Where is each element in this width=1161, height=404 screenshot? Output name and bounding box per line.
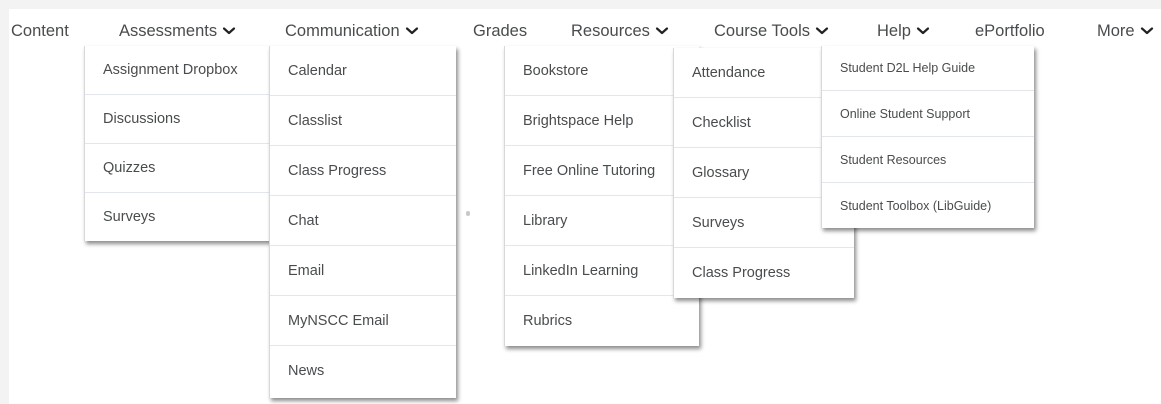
nav-grades[interactable]: Grades [473,21,527,41]
menu-item-label: LinkedIn Learning [523,262,639,279]
nav-eportfolio[interactable]: ePortfolio [975,21,1045,41]
menu-item-label: Student D2L Help Guide [840,61,976,75]
chevron-down-icon [1140,26,1154,36]
chevron-down-icon [815,26,829,36]
nav-assessments-label: Assessments [119,22,218,40]
menu-item-label: Checklist [692,114,751,131]
menu-item-label: Class Progress [288,162,387,179]
menu-item-student-toolbox[interactable]: Student Toolbox (LibGuide) [822,183,1034,228]
menu-item-mynscc-email[interactable]: MyNSCC Email [270,296,456,345]
communication-menu: Calendar Classlist Class Progress Chat E… [269,46,456,398]
menu-item-brightspace-help[interactable]: Brightspace Help [505,96,699,145]
menu-item-label: Rubrics [523,312,573,329]
stray-dot [466,211,470,216]
chevron-down-icon [655,26,669,36]
menu-item-label: Glossary [692,164,750,181]
menu-item-label: Attendance [692,64,766,81]
menu-item-label: Library [523,212,568,229]
menu-item-email[interactable]: Email [270,246,456,295]
menu-item-label: Calendar [288,62,347,79]
menu-item-label: Class Progress [692,264,791,281]
menu-item-online-student-support[interactable]: Online Student Support [822,91,1034,136]
menu-item-student-resources[interactable]: Student Resources [822,137,1034,182]
menu-item-label: Bookstore [523,62,589,79]
window-frame-left [0,0,9,404]
nav-help[interactable]: Help [877,21,930,41]
menu-item-classlist[interactable]: Classlist [270,96,456,145]
menu-item-free-online-tutoring[interactable]: Free Online Tutoring [505,146,699,195]
menu-item-bookstore[interactable]: Bookstore [505,46,699,95]
menu-item-surveys[interactable]: Surveys [85,193,270,241]
menu-item-discussions[interactable]: Discussions [85,95,270,143]
nav-content[interactable]: Content [11,21,69,41]
nav-eportfolio-label: ePortfolio [975,22,1045,40]
nav-resources[interactable]: Resources [571,21,669,41]
nav-communication-label: Communication [285,22,400,40]
menu-item-label: Assignment Dropbox [103,62,238,78]
nav-communication[interactable]: Communication [285,21,419,41]
menu-item-label: Student Resources [840,152,947,167]
chevron-down-icon [405,26,419,36]
menu-item-label: Surveys [103,209,156,225]
nav-resources-label: Resources [571,22,650,40]
window-frame-top [0,0,1161,9]
menu-item-label: Quizzes [103,160,156,176]
chevron-down-icon [222,26,236,36]
menu-item-chat[interactable]: Chat [270,196,456,245]
menu-item-label: Chat [288,212,319,229]
resources-menu: Bookstore Brightspace Help Free Online T… [504,46,699,346]
menu-item-class-progress[interactable]: Class Progress [674,248,854,297]
nav-assessments[interactable]: Assessments [119,21,236,41]
menu-item-label: Email [288,262,325,279]
menu-item-label: News [288,363,325,379]
chevron-down-icon [916,26,930,36]
nav-help-label: Help [877,22,911,40]
menu-item-label: Discussions [103,111,181,127]
menu-item-label: Classlist [288,112,342,129]
menu-item-label: Surveys [692,214,745,231]
nav-course-tools[interactable]: Course Tools [714,21,829,41]
nav-course-tools-label: Course Tools [714,22,810,40]
menu-item-quizzes[interactable]: Quizzes [85,144,270,192]
menu-item-calendar[interactable]: Calendar [270,46,456,95]
nav-content-label: Content [11,22,69,40]
menu-item-label: Online Student Support [840,106,970,121]
menu-item-label: MyNSCC Email [288,312,389,329]
menu-item-label: Brightspace Help [523,112,634,129]
menu-item-class-progress[interactable]: Class Progress [270,146,456,195]
nav-more[interactable]: More [1097,21,1154,41]
menu-item-linkedin-learning[interactable]: LinkedIn Learning [505,246,699,295]
menu-item-library[interactable]: Library [505,196,699,245]
nav-more-label: More [1097,22,1135,40]
assessments-menu: Assignment Dropbox Discussions Quizzes S… [84,46,270,241]
menu-item-label: Free Online Tutoring [523,162,656,179]
menu-item-student-d2l-help-guide[interactable]: Student D2L Help Guide [822,46,1034,90]
menu-item-news[interactable]: News [270,346,456,396]
menu-item-label: Student Toolbox (LibGuide) [840,198,992,213]
menu-item-assignment-dropbox[interactable]: Assignment Dropbox [85,46,270,94]
help-menu: Student D2L Help Guide Online Student Su… [821,46,1034,228]
nav-grades-label: Grades [473,22,528,40]
menu-item-rubrics[interactable]: Rubrics [505,296,699,345]
